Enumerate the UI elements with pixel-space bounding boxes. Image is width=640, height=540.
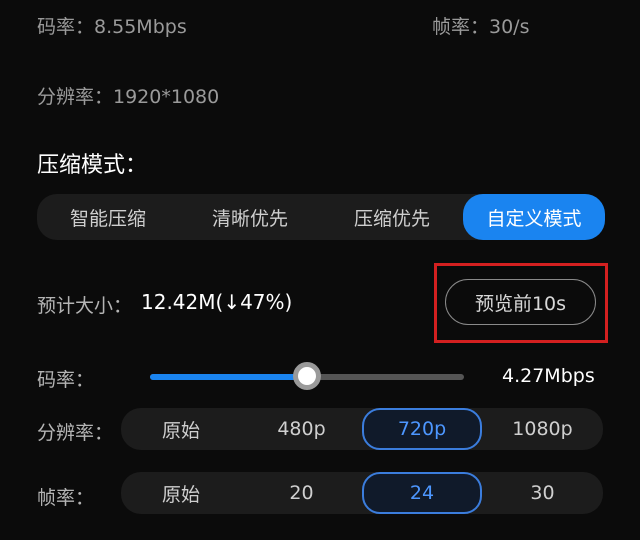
framerate-option-24[interactable]: 24 bbox=[362, 472, 482, 514]
framerate-option-20[interactable]: 20 bbox=[241, 472, 362, 514]
bitrate-value: 4.27Mbps bbox=[502, 365, 595, 387]
resolution-option-720p[interactable]: 720p bbox=[362, 408, 482, 450]
source-framerate: 帧率：30/s bbox=[432, 12, 529, 39]
framerate-selector: 原始 20 24 30 bbox=[121, 472, 603, 514]
resolution-selector: 原始 480p 720p 1080p bbox=[121, 408, 603, 450]
framerate-option-30[interactable]: 30 bbox=[482, 472, 603, 514]
mode-clarity-first[interactable]: 清晰优先 bbox=[179, 194, 321, 240]
bitrate-slider-thumb[interactable] bbox=[293, 362, 321, 390]
preview-button[interactable]: 预览前10s bbox=[445, 279, 596, 325]
estimate-value: 12.42M(↓47%) bbox=[141, 290, 292, 314]
mode-smart[interactable]: 智能压缩 bbox=[37, 194, 179, 240]
bitrate-slider-fill bbox=[150, 374, 307, 380]
framerate-label: 帧率： bbox=[37, 483, 94, 510]
resolution-label: 分辨率： bbox=[37, 418, 113, 445]
source-resolution: 分辨率：1920*1080 bbox=[37, 82, 219, 109]
resolution-option-480p[interactable]: 480p bbox=[241, 408, 362, 450]
estimate-label: 预计大小： bbox=[37, 291, 132, 318]
resolution-option-1080p[interactable]: 1080p bbox=[482, 408, 603, 450]
bitrate-label: 码率： bbox=[37, 365, 94, 392]
framerate-option-original[interactable]: 原始 bbox=[121, 472, 241, 514]
source-bitrate: 码率：8.55Mbps bbox=[37, 12, 187, 39]
mode-compression-first[interactable]: 压缩优先 bbox=[321, 194, 463, 240]
resolution-option-original[interactable]: 原始 bbox=[121, 408, 241, 450]
mode-custom[interactable]: 自定义模式 bbox=[463, 194, 605, 240]
compression-mode-selector: 智能压缩 清晰优先 压缩优先 自定义模式 bbox=[37, 194, 605, 240]
compression-mode-title: 压缩模式： bbox=[37, 147, 147, 179]
